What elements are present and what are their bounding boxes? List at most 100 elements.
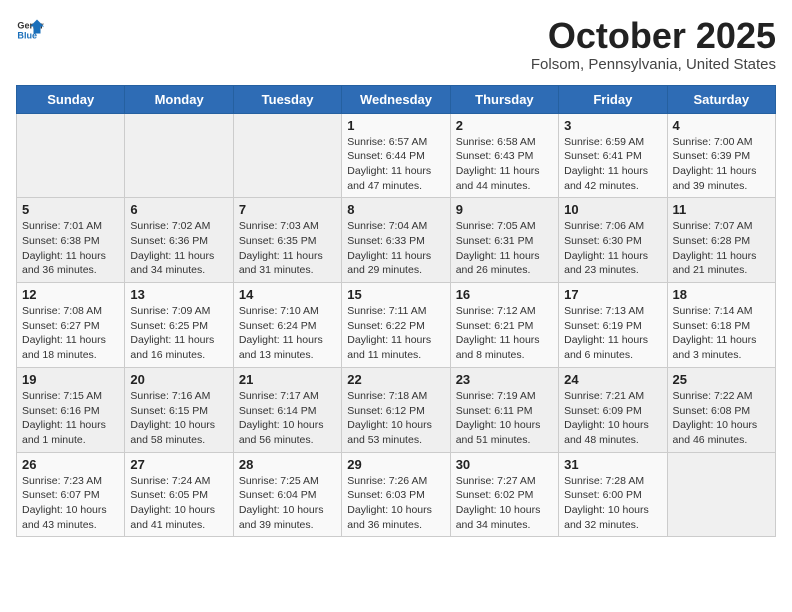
day-info-line: Sunrise: 7:11 AM [347, 304, 444, 319]
day-info-line: Daylight: 11 hours and 3 minutes. [673, 333, 770, 362]
day-number: 23 [456, 372, 553, 387]
day-number: 2 [456, 118, 553, 133]
day-info-line: Daylight: 10 hours and 48 minutes. [564, 418, 661, 447]
day-info-line: Daylight: 11 hours and 36 minutes. [22, 249, 119, 278]
day-number: 27 [130, 457, 227, 472]
day-number: 5 [22, 202, 119, 217]
day-number: 15 [347, 287, 444, 302]
calendar-day-cell: 6Sunrise: 7:02 AMSunset: 6:36 PMDaylight… [125, 198, 233, 283]
calendar-day-cell: 17Sunrise: 7:13 AMSunset: 6:19 PMDayligh… [559, 283, 667, 368]
day-number: 17 [564, 287, 661, 302]
day-info-line: Sunrise: 7:22 AM [673, 389, 770, 404]
day-number: 9 [456, 202, 553, 217]
day-info-line: Daylight: 11 hours and 8 minutes. [456, 333, 553, 362]
calendar-week-row: 19 Sunrise: 7:15 AMSunset: 6:16 PM Dayligh… [17, 367, 776, 452]
day-number: 22 [347, 372, 444, 387]
day-info-line: Sunset: 6:16 PM [22, 404, 119, 419]
day-info-line: Daylight: 10 hours and 46 minutes. [673, 418, 770, 447]
day-info-line: Sunset: 6:30 PM [564, 234, 661, 249]
calendar-header-row: SundayMondayTuesdayWednesdayThursdayFrid… [17, 85, 776, 113]
calendar-day-cell: 22 Sunrise: 7:18 AMSunset: 6:12 PMDayligh… [342, 367, 450, 452]
day-info-line: Sunset: 6:36 PM [130, 234, 227, 249]
calendar-day-cell [125, 113, 233, 198]
day-number: 16 [456, 287, 553, 302]
day-info-line: Sunset: 6:24 PM [239, 319, 336, 334]
day-info-line: Daylight: 10 hours and 56 minutes. [239, 418, 336, 447]
calendar-day-cell: 24Sunrise: 7:21 AMSunset: 6:09 PMDayligh… [559, 367, 667, 452]
day-info-line: Sunrise: 7:21 AM [564, 389, 661, 404]
day-info-line: Sunset: 6:44 PM [347, 149, 444, 164]
logo: General Blue [16, 16, 44, 44]
day-number: 3 [564, 118, 661, 133]
day-info-line: Daylight: 11 hours and 16 minutes. [130, 333, 227, 362]
calendar-day-cell: 15Sunrise: 7:11 AMSunset: 6:22 PMDayligh… [342, 283, 450, 368]
day-info-line: Sunrise: 7:13 AM [564, 304, 661, 319]
day-info-line: Sunrise: 7:28 AM [564, 474, 661, 489]
day-info-line: Sunrise: 7:08 AM [22, 304, 119, 319]
day-info-line: Sunrise: 7:15 AM [22, 389, 119, 404]
day-of-week-header: Saturday [667, 85, 775, 113]
day-number: 26 [22, 457, 119, 472]
day-of-week-header: Sunday [17, 85, 125, 113]
page-header: General Blue October 2025 Folsom, Pennsy… [16, 16, 776, 73]
calendar-day-cell: 23Sunrise: 7:19 AMSunset: 6:11 PMDayligh… [450, 367, 558, 452]
calendar-day-cell: 13Sunrise: 7:09 AMSunset: 6:25 PMDayligh… [125, 283, 233, 368]
calendar-day-cell: 30Sunrise: 7:27 AMSunset: 6:02 PMDayligh… [450, 452, 558, 537]
calendar-day-cell: 16Sunrise: 7:12 AMSunset: 6:21 PMDayligh… [450, 283, 558, 368]
calendar-day-cell: 10 Sunrise: 7:06 AMSunset: 6:30 PMDayligh… [559, 198, 667, 283]
day-info-line: Daylight: 10 hours and 58 minutes. [130, 418, 227, 447]
month-title: October 2025 [531, 16, 776, 56]
day-info-line: Sunrise: 7:07 AM [673, 219, 770, 234]
day-info-line: Sunrise: 7:24 AM [130, 474, 227, 489]
day-info-line: Sunset: 6:39 PM [673, 149, 770, 164]
day-info-line: Sunrise: 6:59 AM [564, 135, 661, 150]
day-info-line: Sunset: 6:09 PM [564, 404, 661, 419]
day-info-line: Sunrise: 7:18 AM [347, 389, 444, 404]
day-info-line: Sunset: 6:07 PM [22, 488, 119, 503]
day-info-line: Daylight: 10 hours and 32 minutes. [564, 503, 661, 532]
day-info-line: Sunrise: 7:01 AM [22, 219, 119, 234]
day-number: 12 [22, 287, 119, 302]
day-info-line: Daylight: 11 hours and 18 minutes. [22, 333, 119, 362]
day-info-line: Daylight: 11 hours and 21 minutes. [673, 249, 770, 278]
day-info-line: Sunrise: 7:06 AM [564, 219, 661, 234]
day-info-line: Daylight: 11 hours and 47 minutes. [347, 164, 444, 193]
day-number: 10 [564, 202, 661, 217]
calendar-week-row: 26 Sunrise: 7:23 AMSunset: 6:07 PM Dayligh… [17, 452, 776, 537]
day-info-line: Sunset: 6:08 PM [673, 404, 770, 419]
day-info-line: Sunrise: 7:05 AM [456, 219, 553, 234]
calendar-day-cell: 1Sunrise: 6:57 AMSunset: 6:44 PMDaylight… [342, 113, 450, 198]
calendar-day-cell: 18Sunrise: 7:14 AMSunset: 6:18 PMDayligh… [667, 283, 775, 368]
day-info-line: Sunset: 6:28 PM [673, 234, 770, 249]
calendar-day-cell: 9Sunrise: 7:05 AMSunset: 6:31 PMDaylight… [450, 198, 558, 283]
calendar-day-cell: 28Sunrise: 7:25 AMSunset: 6:04 PMDayligh… [233, 452, 341, 537]
day-info-line: Sunrise: 7:10 AM [239, 304, 336, 319]
day-info-line: Sunset: 6:14 PM [239, 404, 336, 419]
day-info-line: Sunset: 6:27 PM [22, 319, 119, 334]
day-info-line: Sunset: 6:25 PM [130, 319, 227, 334]
day-info-line: Sunrise: 7:04 AM [347, 219, 444, 234]
day-info-line: Sunrise: 6:57 AM [347, 135, 444, 150]
calendar-day-cell: 8Sunrise: 7:04 AMSunset: 6:33 PMDaylight… [342, 198, 450, 283]
day-info-line: Sunset: 6:12 PM [347, 404, 444, 419]
day-info-line: Sunrise: 6:58 AM [456, 135, 553, 150]
day-info-line: Daylight: 11 hours and 31 minutes. [239, 249, 336, 278]
day-info-line: Sunset: 6:41 PM [564, 149, 661, 164]
day-info-line: Daylight: 10 hours and 53 minutes. [347, 418, 444, 447]
day-info-line: Daylight: 11 hours and 23 minutes. [564, 249, 661, 278]
day-info-line: Sunrise: 7:23 AM [22, 474, 119, 489]
day-info-line: Daylight: 10 hours and 39 minutes. [239, 503, 336, 532]
logo-icon: General Blue [16, 16, 44, 44]
calendar-day-cell: 5Sunrise: 7:01 AMSunset: 6:38 PMDaylight… [17, 198, 125, 283]
day-of-week-header: Tuesday [233, 85, 341, 113]
day-info-line: Sunset: 6:02 PM [456, 488, 553, 503]
day-info-line: Daylight: 11 hours and 11 minutes. [347, 333, 444, 362]
day-info-line: Daylight: 10 hours and 41 minutes. [130, 503, 227, 532]
day-info-line: Sunset: 6:21 PM [456, 319, 553, 334]
day-number: 19 [22, 372, 119, 387]
calendar-week-row: 5Sunrise: 7:01 AMSunset: 6:38 PMDaylight… [17, 198, 776, 283]
calendar-day-cell: 31Sunrise: 7:28 AMSunset: 6:00 PMDayligh… [559, 452, 667, 537]
calendar-day-cell [17, 113, 125, 198]
calendar-day-cell: 14Sunrise: 7:10 AMSunset: 6:24 PMDayligh… [233, 283, 341, 368]
day-number: 29 [347, 457, 444, 472]
